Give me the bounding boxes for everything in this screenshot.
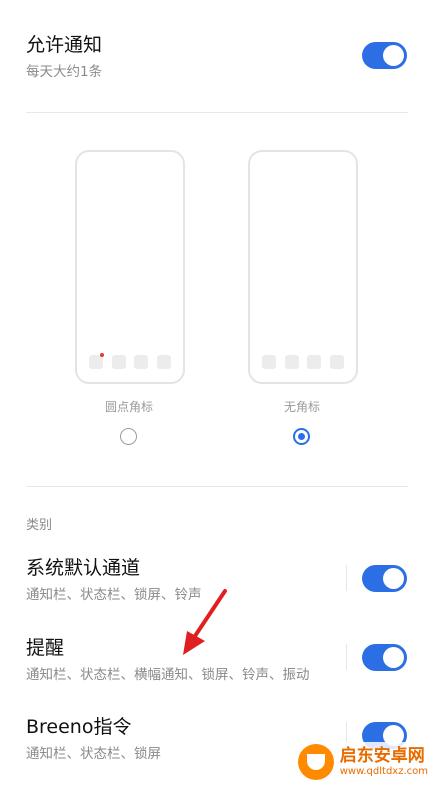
allow-notifications-toggle[interactable] (362, 42, 407, 69)
app-icon (111, 355, 126, 369)
system-default-toggle[interactable] (362, 565, 407, 592)
app-dock (262, 355, 344, 370)
dot-badge-radio[interactable] (120, 428, 137, 445)
app-icon-with-dot (89, 353, 104, 369)
app-icon (134, 355, 149, 369)
app-icon (307, 355, 322, 369)
divider (26, 112, 408, 113)
app-icon (156, 355, 171, 369)
app-icon (262, 355, 276, 369)
allow-notifications-row: 允许通知 每天大约1条 (26, 33, 410, 81)
category-title: 系统默认通道 (26, 557, 141, 579)
no-badge-caption: 无角标 (283, 400, 320, 414)
vertical-separator (346, 644, 347, 670)
annotation-arrow-icon (183, 589, 227, 655)
watermark-url: www.qdltdxz.com (339, 766, 428, 777)
no-badge-preview[interactable] (248, 150, 358, 384)
app-dock (89, 353, 171, 370)
red-dot-icon (100, 353, 104, 357)
vertical-separator (346, 565, 347, 591)
watermark-name: 启东安卓网 (339, 746, 425, 766)
reminder-toggle[interactable] (362, 644, 407, 671)
category-section-header: 类别 (26, 518, 53, 533)
category-subtitle: 通知栏、状态栏、横幅通知、锁屏、铃声、振动 (26, 667, 310, 683)
app-icon (329, 355, 344, 369)
dot-badge-caption: 圆点角标 (104, 400, 153, 414)
allow-notifications-subtitle: 每天大约1条 (26, 64, 103, 80)
allow-notifications-title: 允许通知 (26, 34, 103, 56)
dot-badge-preview[interactable] (75, 150, 185, 384)
no-badge-radio[interactable] (293, 428, 310, 445)
app-icon (284, 355, 299, 369)
divider (26, 486, 408, 487)
watermark: 启东安卓网 www.qdltdxz.com (293, 742, 432, 782)
watermark-logo-icon (297, 744, 334, 780)
category-title: Breeno指令 (26, 716, 132, 738)
